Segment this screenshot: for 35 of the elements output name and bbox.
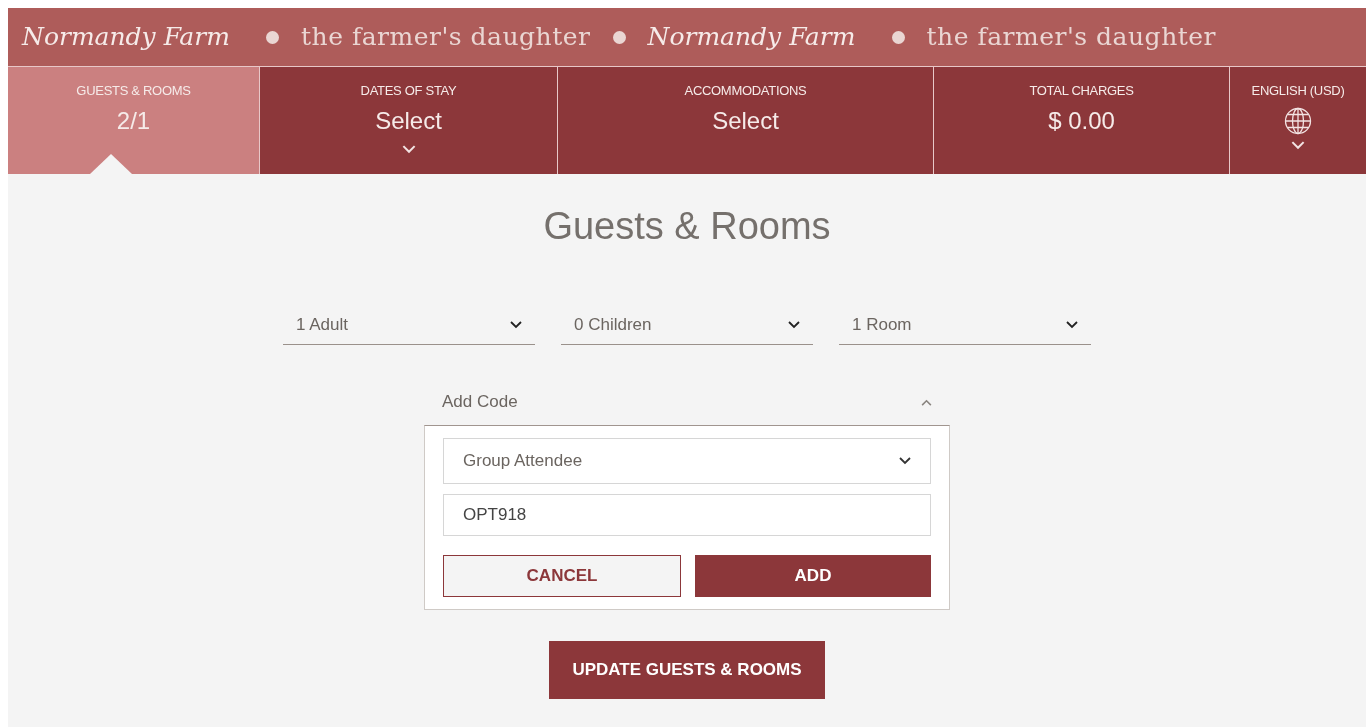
logo-text: Normandy Farm xyxy=(22,21,231,54)
tab-value: Select xyxy=(712,105,779,136)
tagline: the farmer's daughter xyxy=(301,21,591,54)
tab-value: 2/1 xyxy=(116,105,151,136)
update-button[interactable]: UPDATE GUESTS & ROOMS xyxy=(549,641,825,699)
cancel-button[interactable]: CANCEL xyxy=(443,555,681,597)
add-button[interactable]: ADD xyxy=(695,555,931,597)
globe-icon xyxy=(1284,106,1312,135)
chevron-icon xyxy=(1066,320,1078,329)
chevron-icon xyxy=(921,398,932,406)
code-input[interactable]: OPT918 xyxy=(443,494,931,536)
select-field[interactable]: 1 Room xyxy=(839,305,1091,345)
tab-label: ACCOMMODATIONS xyxy=(684,82,807,100)
chevron-icon xyxy=(1291,140,1305,150)
chevron-icon xyxy=(788,320,800,329)
logo-text: Normandy Farm xyxy=(647,21,857,54)
select-field[interactable]: 1 Adult xyxy=(283,305,535,345)
tab-value: Select xyxy=(375,105,442,136)
code-type-select[interactable]: Group Attendee xyxy=(443,438,931,484)
chevron-icon xyxy=(510,320,522,329)
tab-value: $ 0.00 xyxy=(1048,105,1115,136)
tab-label: TOTAL CHARGES xyxy=(1029,82,1134,100)
booking-tab[interactable]: ENGLISH (USD) xyxy=(1229,67,1366,174)
tab-label: GUESTS & ROOMS xyxy=(76,82,191,100)
booking-tab[interactable]: DATES OF STAY Select xyxy=(259,67,557,174)
tab-label: ENGLISH (USD) xyxy=(1251,82,1345,100)
chevron-icon xyxy=(899,457,911,465)
booking-tab[interactable]: ACCOMMODATIONS Select xyxy=(557,67,933,174)
add-code-toggle[interactable]: Add Code xyxy=(424,387,950,417)
tagline: the farmer's daughter xyxy=(926,21,1217,54)
page-heading: Guests & Rooms xyxy=(543,204,831,249)
booking-tab[interactable]: TOTAL CHARGES $ 0.00 xyxy=(933,67,1229,174)
select-field[interactable]: 0 Children xyxy=(561,305,813,345)
tab-label: DATES OF STAY xyxy=(360,82,457,100)
chevron-icon xyxy=(401,144,416,154)
